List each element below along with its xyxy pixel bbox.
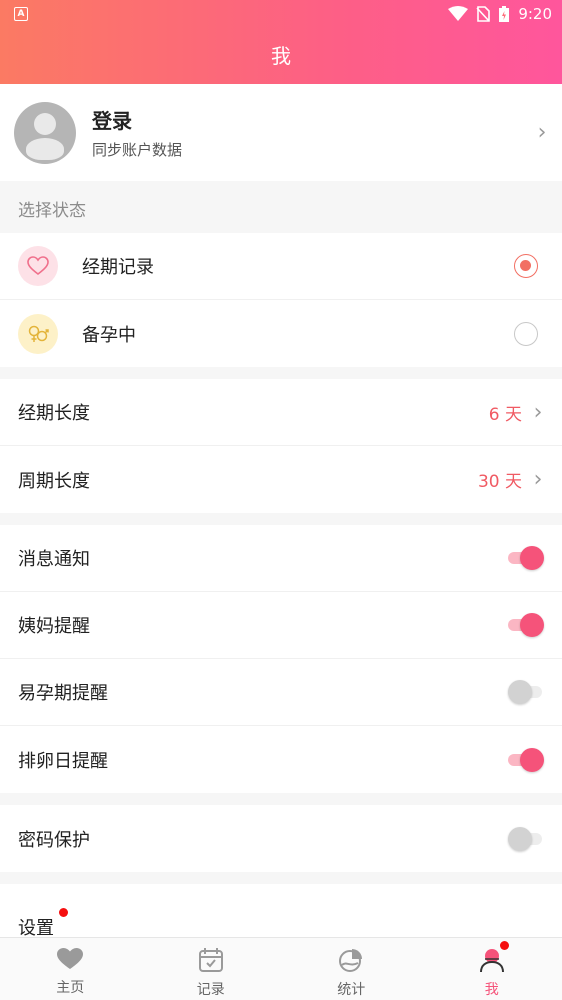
- notification-label: 消息通知: [18, 549, 90, 570]
- no-sim-icon: [476, 6, 491, 22]
- toggle-switch[interactable]: [508, 545, 544, 571]
- notification-dot: [59, 908, 68, 917]
- chevron-right-icon: ›: [533, 467, 543, 492]
- heart-icon: [18, 246, 58, 286]
- state-option-label: 经期记录: [82, 257, 154, 278]
- chevron-right-icon: ›: [537, 120, 547, 145]
- period-length-value: 6 天: [488, 404, 522, 425]
- settings-row[interactable]: 设置: [0, 884, 562, 937]
- notification-row-fertile-reminder[interactable]: 易孕期提醒: [0, 659, 562, 726]
- notification-row-ovulation-reminder[interactable]: 排卵日提醒: [0, 726, 562, 793]
- notification-dot: [499, 941, 509, 950]
- radio-selected[interactable]: [514, 254, 538, 278]
- avatar: [14, 101, 76, 164]
- chevron-right-icon: ›: [533, 399, 543, 425]
- tab-me[interactable]: 我: [422, 938, 562, 1000]
- cycle-length-value: 30 天: [477, 472, 522, 492]
- cycle-length-row[interactable]: 周期长度 30 天 ›: [0, 446, 562, 513]
- state-option-pregnancy-prep[interactable]: 备孕中: [0, 300, 562, 367]
- app-header: A 9:20 我: [0, 0, 562, 84]
- state-section-title: 选择状态: [0, 181, 562, 233]
- toggle-switch[interactable]: [508, 747, 544, 773]
- bottom-tab-bar: 主页 记录 统计 我: [0, 937, 562, 1000]
- user-icon: [479, 949, 504, 973]
- notification-label: 排卵日提醒: [18, 750, 108, 772]
- toggle-switch[interactable]: [508, 826, 544, 852]
- password-protection-row[interactable]: 密码保护: [0, 805, 562, 872]
- password-protection-label: 密码保护: [18, 829, 90, 851]
- notification-row-messages[interactable]: 消息通知: [0, 525, 562, 592]
- login-label: 登录: [92, 109, 132, 133]
- tab-record[interactable]: 记录: [141, 938, 282, 1000]
- notification-app-icon: A: [14, 7, 28, 21]
- state-option-label: 备孕中: [82, 324, 136, 346]
- tab-stats[interactable]: 统计: [281, 938, 422, 1000]
- settings-label: 设置: [18, 908, 68, 937]
- toggle-switch[interactable]: [508, 612, 544, 638]
- status-bar: A 9:20: [0, 0, 562, 28]
- wifi-icon: [448, 6, 469, 21]
- calendar-icon: [198, 948, 223, 972]
- cycle-length-label: 周期长度: [18, 470, 90, 492]
- pie-chart-icon: [339, 949, 363, 972]
- tab-home[interactable]: 主页: [0, 938, 141, 1000]
- toggle-switch[interactable]: [508, 679, 544, 705]
- radio-unselected[interactable]: [514, 321, 538, 346]
- period-length-row[interactable]: 经期长度 6 天 ›: [0, 379, 562, 446]
- notification-label: 易孕期提醒: [18, 683, 108, 704]
- profile-login-row[interactable]: 登录 同步账户数据 ›: [0, 84, 562, 181]
- notification-label: 姨妈提醒: [18, 616, 90, 637]
- content-scroll[interactable]: 登录 同步账户数据 › 选择状态 经期记录 备孕中 经期长度 6 天 › 周期长…: [0, 84, 562, 937]
- page-title: 我: [271, 44, 291, 68]
- battery-icon: [499, 6, 510, 22]
- login-subtitle: 同步账户数据: [92, 141, 183, 159]
- notification-row-period-reminder[interactable]: 姨妈提醒: [0, 592, 562, 659]
- heart-icon: [57, 948, 84, 969]
- state-option-period[interactable]: 经期记录: [0, 233, 562, 300]
- gender-rings-icon: [18, 313, 58, 354]
- status-time: 9:20: [518, 5, 552, 23]
- period-length-label: 经期长度: [18, 403, 90, 424]
